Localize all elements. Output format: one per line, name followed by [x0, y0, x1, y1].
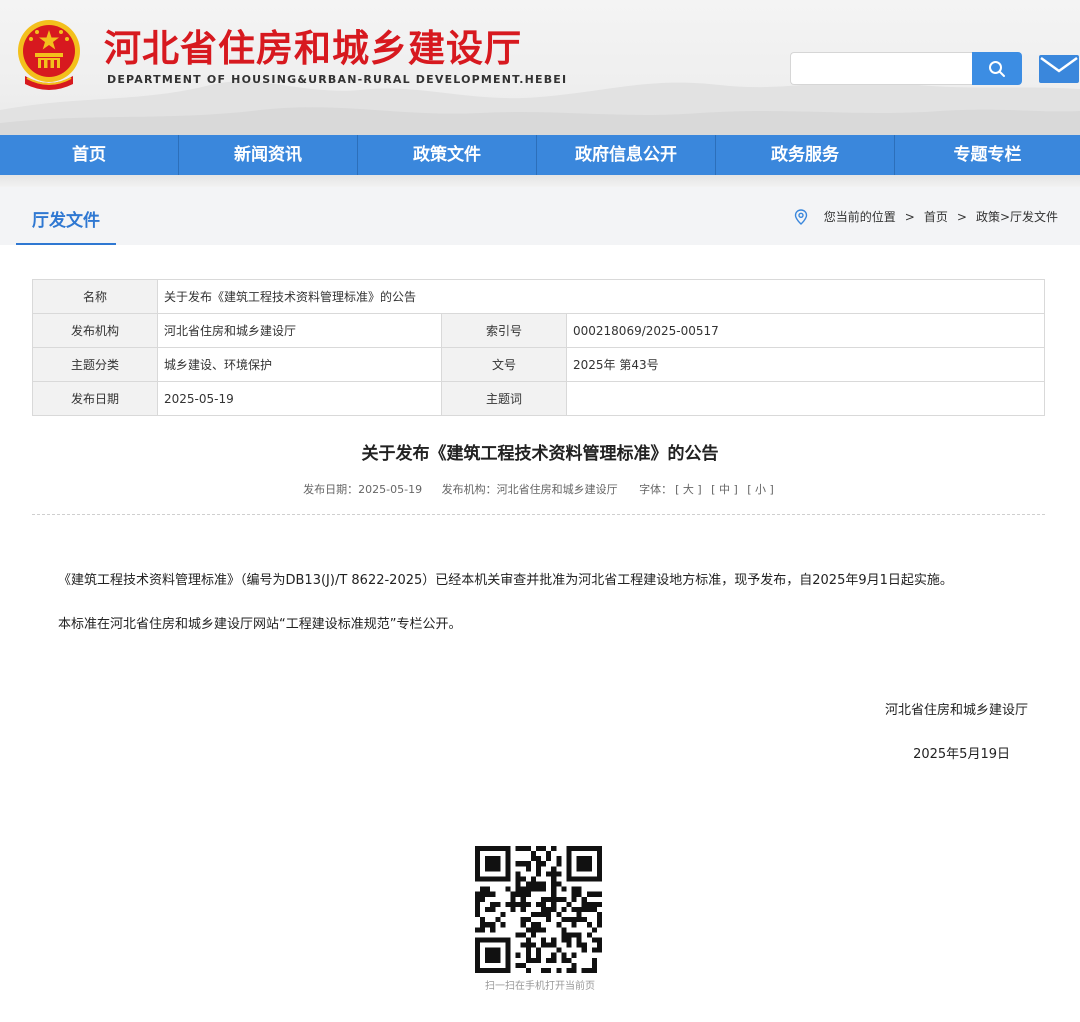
signature-date: 2025年5月19日: [913, 747, 1010, 762]
docno-label: 文号: [441, 347, 567, 382]
topic-value: 城乡建设、环境保护: [157, 347, 442, 382]
topic-label: 主题分类: [32, 347, 158, 382]
qr-caption: 扫一扫在手机打开当前页: [485, 981, 595, 992]
breadcrumb-location-label: 您当前的位置: [823, 210, 896, 224]
breadcrumb-bar: 厅发文件 您当前的位置 > 首页 > 政策>厅发文件: [0, 187, 1080, 245]
breadcrumb-separator: >: [956, 209, 967, 224]
main-nav: 首页 新闻资讯 政策文件 政府信息公开 政务服务 专题专栏: [0, 135, 1080, 175]
signature-org: 河北省住房和城乡建设厅: [884, 703, 1028, 718]
docno-value: 2025年 第43号: [566, 347, 1045, 382]
article-paragraph-2: 本标准在河北省住房和城乡建设厅网站“工程建设标准规范”专栏公开。: [58, 617, 462, 632]
nav-item-policy[interactable]: 政策文件: [358, 135, 537, 175]
font-large-button[interactable]: [ 大 ]: [675, 483, 702, 496]
qr-code-icon: [475, 846, 602, 973]
keyword-value: [566, 381, 1045, 416]
nav-shadow: [0, 175, 1080, 187]
font-size-controls: 字体：[ 大 ] [ 中 ] [ 小 ]: [639, 483, 777, 496]
site-title: 河北省住房和城乡建设厅: [104, 27, 522, 70]
publisher-value: 河北省住房和城乡建设厅: [157, 313, 442, 348]
meta-org: 发布机构：河北省住房和城乡建设厅: [441, 483, 618, 496]
breadcrumb: 您当前的位置 > 首页 > 政策>厅发文件: [794, 208, 1058, 225]
name-label: 名称: [32, 279, 158, 314]
search-input[interactable]: [790, 52, 973, 85]
nav-item-news[interactable]: 新闻资讯: [179, 135, 358, 175]
index-label: 索引号: [441, 313, 567, 348]
search-icon: [989, 60, 1005, 77]
mail-icon[interactable]: [1038, 54, 1080, 84]
search-button[interactable]: [972, 52, 1022, 85]
nav-item-topics[interactable]: 专题专栏: [895, 135, 1080, 175]
keyword-label: 主题词: [441, 381, 567, 416]
breadcrumb-home-link[interactable]: 首页: [924, 208, 948, 225]
section-title: 厅发文件: [32, 211, 100, 231]
document-info-table: 名称 关于发布《建筑工程技术资料管理标准》的公告 发布机构 河北省住房和城乡建设…: [32, 279, 1045, 416]
font-size-label: 字体：: [639, 483, 673, 496]
breadcrumb-path-link[interactable]: 政策>厅发文件: [976, 208, 1058, 225]
table-row: 名称 关于发布《建筑工程技术资料管理标准》的公告: [32, 279, 1045, 314]
date-label: 发布日期: [32, 381, 158, 416]
font-small-button[interactable]: [ 小 ]: [747, 483, 774, 496]
index-value: 000218069/2025-00517: [566, 313, 1045, 348]
article-paragraph-1: 《建筑工程技术资料管理标准》（编号为DB13(J)/T 8622-2025）已经…: [58, 573, 953, 588]
font-medium-button[interactable]: [ 中 ]: [711, 483, 738, 496]
nav-item-gov-info[interactable]: 政府信息公开: [537, 135, 716, 175]
nav-item-home[interactable]: 首页: [0, 135, 179, 175]
national-emblem-icon: [18, 20, 80, 90]
date-value: 2025-05-19: [157, 381, 442, 416]
article-meta: 发布日期：2025-05-19 发布机构：河北省住房和城乡建设厅 字体：[ 大 …: [0, 481, 1080, 497]
name-value: 关于发布《建筑工程技术资料管理标准》的公告: [157, 279, 1045, 314]
table-row: 主题分类 城乡建设、环境保护 文号 2025年 第43号: [32, 347, 1045, 382]
article-title: 关于发布《建筑工程技术资料管理标准》的公告: [361, 444, 719, 464]
nav-item-services[interactable]: 政务服务: [716, 135, 895, 175]
divider: [32, 514, 1045, 515]
breadcrumb-separator: >: [904, 209, 915, 224]
location-pin-icon: [794, 208, 807, 225]
meta-date: 发布日期：2025-05-19: [303, 483, 423, 496]
section-underline: [16, 243, 116, 245]
site-header: 河北省住房和城乡建设厅 DEPARTMENT OF HOUSING&URBAN-…: [0, 0, 1080, 135]
table-row: 发布日期 2025-05-19 主题词: [32, 381, 1045, 416]
table-row: 发布机构 河北省住房和城乡建设厅 索引号 000218069/2025-0051…: [32, 313, 1045, 348]
publisher-label: 发布机构: [32, 313, 158, 348]
site-subtitle: DEPARTMENT OF HOUSING&URBAN-RURAL DEVELO…: [107, 73, 568, 86]
